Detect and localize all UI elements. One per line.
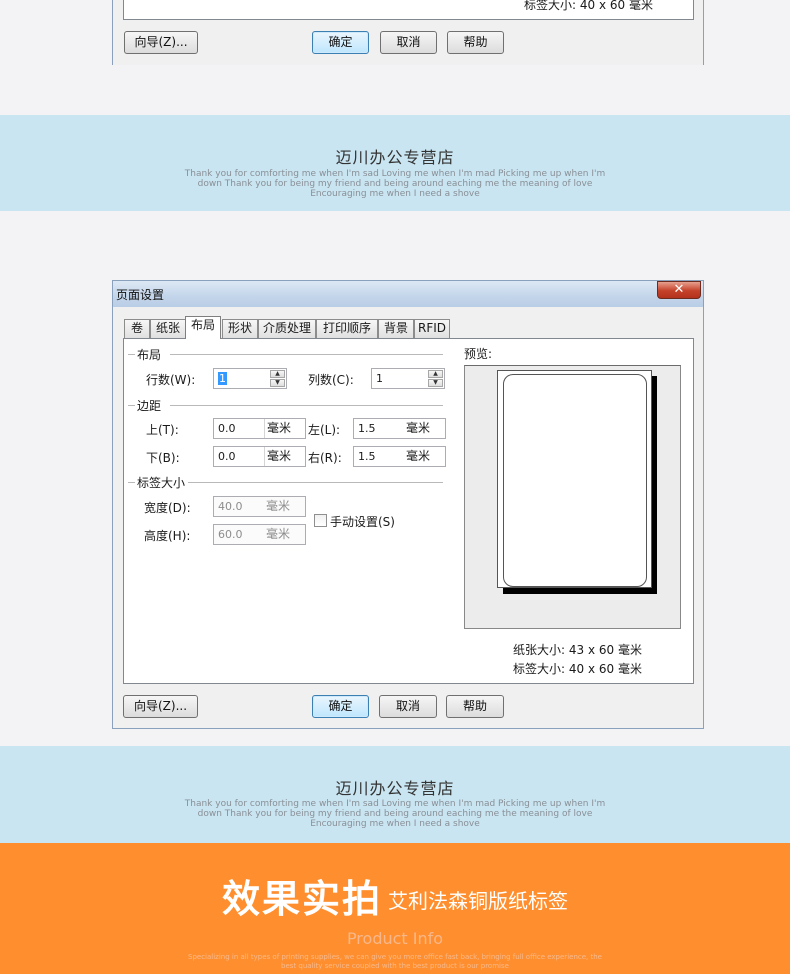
spin-down-icon[interactable]: ▼ xyxy=(428,379,443,387)
shop-name: 迈川办公专营店 xyxy=(335,779,455,798)
shop-banner-2: 迈川办公专营店 Thank you for comforting me when… xyxy=(0,746,790,843)
rows-value: 1 xyxy=(218,372,227,385)
shop-tagline: Thank you for comforting me when I'm sad… xyxy=(184,799,606,829)
top-dialog-fragment: 标签大小: 40 x 60 毫米 向导(Z)... 确定 取消 帮助 xyxy=(112,0,704,65)
top-ok-button[interactable]: 确定 xyxy=(312,31,369,54)
tab-layout[interactable]: 布局 xyxy=(185,316,221,339)
page-setup-dialog: 页面设置 ✕ 卷 纸张 布局 形状 介质处理 打印顺序 背景 RFID 布局 行… xyxy=(112,280,704,729)
right-margin-label: 右(R): xyxy=(308,451,342,465)
width-field[interactable]: 40.0 毫米 xyxy=(213,496,306,517)
manual-setting-checkbox[interactable] xyxy=(314,514,327,527)
width-unit: 毫米 xyxy=(266,499,291,513)
height-unit: 毫米 xyxy=(266,527,291,541)
subtitle: 艾利法森铜版纸标签 xyxy=(388,889,568,913)
tab-paper[interactable]: 纸张 xyxy=(150,319,186,338)
right-margin-field[interactable]: 1.5 毫米 xyxy=(353,446,446,467)
top-help-button[interactable]: 帮助 xyxy=(447,31,504,54)
top-wizard-button[interactable]: 向导(Z)... xyxy=(124,31,198,54)
height-value: 60.0 xyxy=(218,528,243,541)
shop-tagline: Thank you for comforting me when I'm sad… xyxy=(184,169,606,199)
width-value: 40.0 xyxy=(218,500,243,513)
shop-banner-1: 迈川办公专营店 Thank you for comforting me when… xyxy=(0,115,790,211)
left-margin-label: 左(L): xyxy=(308,423,341,437)
label-size-group-title: 标签大小 xyxy=(137,476,186,490)
cols-spinner[interactable]: ▲ ▼ xyxy=(428,370,443,387)
rows-label: 行数(W): xyxy=(146,373,196,387)
effect-photo-header: 效果实拍 艾利法森铜版纸标签 Product Info Specializing… xyxy=(0,843,790,974)
label-preview xyxy=(503,374,647,587)
margin-group-title: 边距 xyxy=(137,399,162,413)
cols-stepper[interactable]: 1 ▲ ▼ xyxy=(371,368,445,389)
headline: 效果实拍 xyxy=(222,877,383,921)
bottom-margin-field[interactable]: 0.0 毫米 xyxy=(213,446,306,467)
manual-setting-label: 手动设置(S) xyxy=(330,515,395,529)
height-label: 高度(H): xyxy=(144,529,191,543)
shop-name: 迈川办公专营店 xyxy=(335,148,455,167)
cols-label: 列数(C): xyxy=(308,373,354,387)
preview-title: 预览: xyxy=(464,347,493,361)
bottom-margin-value: 0.0 xyxy=(218,450,236,463)
top-margin-value: 0.0 xyxy=(218,422,236,435)
height-field[interactable]: 60.0 毫米 xyxy=(213,524,306,545)
preview-area xyxy=(464,365,681,629)
top-margin-label: 上(T): xyxy=(146,423,179,437)
bottom-margin-unit: 毫米 xyxy=(264,447,291,466)
left-margin-unit: 毫米 xyxy=(406,421,431,435)
fine-print: Specializing in all types of printing su… xyxy=(188,953,602,970)
close-icon[interactable]: ✕ xyxy=(657,281,701,299)
top-cancel-button[interactable]: 取消 xyxy=(380,31,437,54)
wizard-button[interactable]: 向导(Z)... xyxy=(123,695,198,718)
top-margin-field[interactable]: 0.0 毫米 xyxy=(213,418,306,439)
tab-rfid[interactable]: RFID xyxy=(414,319,450,338)
bottom-margin-label: 下(B): xyxy=(146,451,180,465)
dialog-titlebar: 页面设置 ✕ xyxy=(113,281,703,307)
dialog-title: 页面设置 xyxy=(116,288,165,302)
tab-media-handling[interactable]: 介质处理 xyxy=(258,319,316,338)
left-margin-value: 1.5 xyxy=(358,422,376,435)
tab-shape[interactable]: 形状 xyxy=(222,319,258,338)
top-dialog-panel: 标签大小: 40 x 60 毫米 xyxy=(123,0,694,20)
paper-preview xyxy=(497,370,652,588)
tab-roll[interactable]: 卷 xyxy=(124,319,150,338)
ok-button[interactable]: 确定 xyxy=(312,695,369,718)
width-label: 宽度(D): xyxy=(144,501,191,515)
spin-down-icon[interactable]: ▼ xyxy=(270,379,285,387)
spin-up-icon[interactable]: ▲ xyxy=(270,370,285,378)
product-info-title: Product Info xyxy=(346,929,444,948)
help-button[interactable]: 帮助 xyxy=(446,695,504,718)
rows-spinner[interactable]: ▲ ▼ xyxy=(270,370,285,387)
tab-background[interactable]: 背景 xyxy=(378,319,414,338)
preview-label-size-text: 标签大小: 40 x 60 毫米 xyxy=(513,662,642,676)
tab-print-order[interactable]: 打印顺序 xyxy=(316,319,378,338)
cols-value: 1 xyxy=(376,372,383,385)
rows-stepper[interactable]: 1 ▲ ▼ xyxy=(213,368,287,389)
paper-size-text: 纸张大小: 43 x 60 毫米 xyxy=(513,643,642,657)
layout-panel: 布局 行数(W): 1 ▲ ▼ 列数(C): 1 ▲ ▼ 边距 上(T): 0.0 … xyxy=(123,338,694,684)
cancel-button[interactable]: 取消 xyxy=(379,695,437,718)
top-margin-unit: 毫米 xyxy=(264,419,291,438)
left-margin-field[interactable]: 1.5 毫米 xyxy=(353,418,446,439)
right-margin-unit: 毫米 xyxy=(406,449,431,463)
right-margin-value: 1.5 xyxy=(358,450,376,463)
layout-group-title: 布局 xyxy=(137,348,162,362)
spin-up-icon[interactable]: ▲ xyxy=(428,370,443,378)
top-label-size-text: 标签大小: 40 x 60 毫米 xyxy=(524,0,653,12)
